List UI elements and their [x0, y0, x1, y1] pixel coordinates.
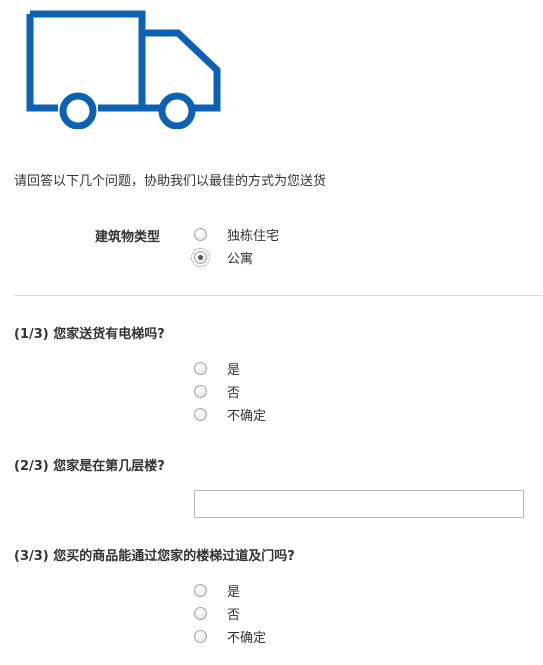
q3-option-no[interactable]: 否 — [194, 603, 240, 623]
building-option-house-label: 独栋住宅 — [227, 228, 280, 244]
q3-radio-no[interactable] — [194, 606, 207, 620]
floor-number-input[interactable] — [194, 490, 524, 518]
question-3-title: (3/3) 您买的商品能通过您家的楼梯过道及门吗? — [14, 549, 295, 564]
q1-option-no[interactable]: 否 — [194, 381, 240, 401]
q3-option-yes[interactable]: 是 — [194, 580, 240, 600]
q1-option-unsure-label: 不确定 — [227, 408, 267, 424]
q3-option-unsure[interactable]: 不确定 — [194, 626, 266, 646]
divider — [14, 295, 543, 296]
building-option-apartment-label: 公寓 — [227, 251, 254, 267]
q1-option-yes-label: 是 — [227, 362, 241, 378]
intro-text: 请回答以下几个问题，协助我们以最佳的方式为您送货 — [14, 174, 327, 189]
q1-radio-yes[interactable] — [194, 361, 207, 375]
building-type-label: 建筑物类型 — [95, 230, 161, 245]
delivery-truck-icon — [26, 10, 221, 129]
question-2-title: (2/3) 您家是在第几层楼? — [14, 459, 165, 474]
q3-option-unsure-label: 不确定 — [227, 630, 267, 646]
radio-apartment[interactable] — [191, 247, 210, 267]
building-option-house[interactable]: 独栋住宅 — [194, 224, 279, 244]
q3-option-no-label: 否 — [227, 607, 241, 623]
q1-option-no-label: 否 — [227, 385, 241, 401]
q1-option-unsure[interactable]: 不确定 — [194, 404, 266, 424]
question-1-title: (1/3) 您家送货有电梯吗? — [14, 327, 165, 342]
building-option-apartment[interactable]: 公寓 — [191, 247, 254, 267]
q1-radio-no[interactable] — [194, 384, 207, 398]
radio-house[interactable] — [194, 227, 207, 241]
q1-option-yes[interactable]: 是 — [194, 358, 240, 378]
q1-radio-unsure[interactable] — [194, 407, 207, 421]
q3-radio-yes[interactable] — [194, 583, 207, 597]
q3-radio-unsure[interactable] — [194, 629, 207, 643]
q3-option-yes-label: 是 — [227, 584, 241, 600]
